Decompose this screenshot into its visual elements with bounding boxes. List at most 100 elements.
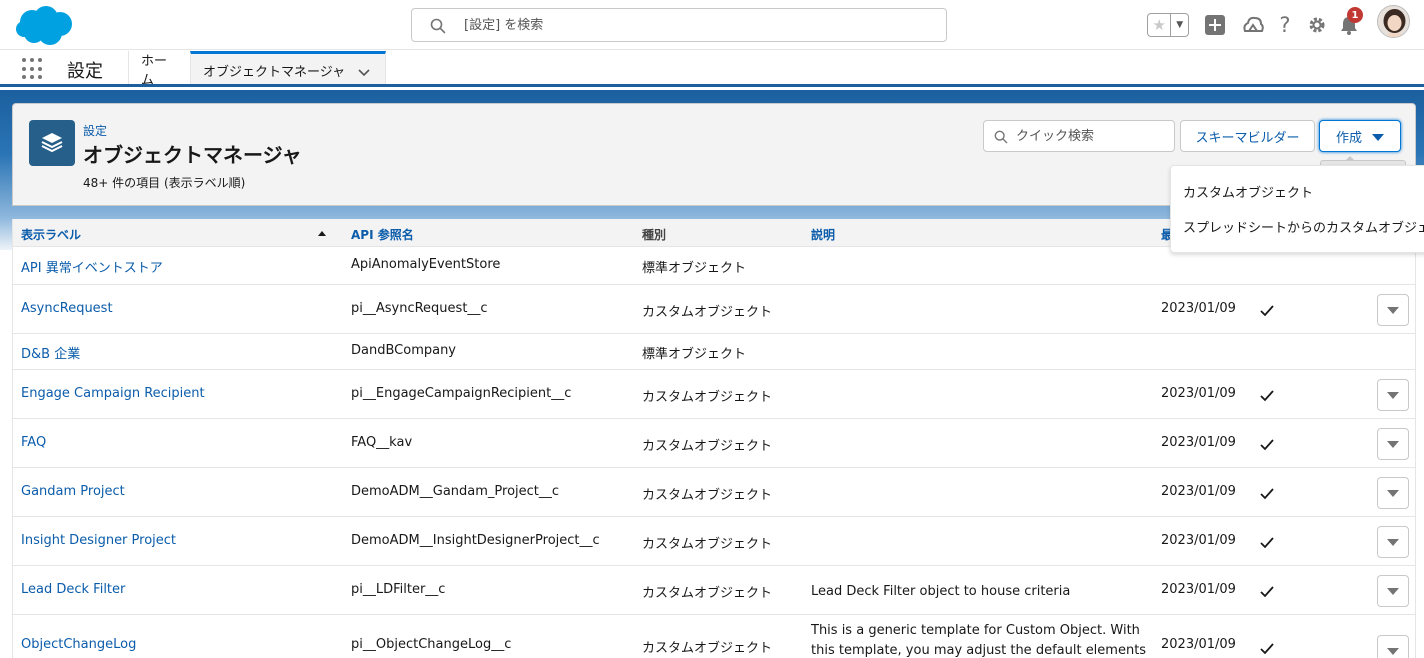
row-actions-button[interactable] [1377,294,1409,326]
app-launcher-icon[interactable] [22,58,44,80]
last-modified-date: 2023/01/09 [1161,637,1236,652]
api-name: pi__ObjectChangeLog__c [351,637,512,652]
last-modified-date: 2023/01/09 [1161,386,1236,401]
sort-ascending-icon[interactable] [318,231,326,236]
caret-down-icon [1387,538,1399,546]
checkmark-icon [1260,537,1274,549]
object-label-link[interactable]: Lead Deck Filter [21,582,125,597]
search-icon [430,18,446,34]
table-row: AsyncRequest pi__AsyncRequest__c カスタムオブジェク… [13,285,1415,334]
caret-down-icon [1387,306,1399,314]
row-actions-button[interactable] [1377,526,1409,558]
app-navigation-bar: 設定 ホーム オブジェクトマネージャ [0,51,1424,88]
page-title: オブジェクトマネージャ [83,143,302,167]
object-type: カスタムオブジェクト [642,537,773,552]
menu-item-custom-object-from-spreadsheet[interactable]: スプレッドシートからのカスタムオブジェクト [1183,217,1424,236]
object-type: カスタムオブジェクト [642,390,773,405]
caret-down-icon [1372,134,1384,141]
table-row: Lead Deck Filter pi__LDFilter__c カスタムオブジェク… [13,566,1415,615]
table-row: D&B 企業 DandBCompany 標準オブジェクト [13,334,1415,370]
tab-object-manager[interactable]: オブジェクトマネージャ [190,51,386,87]
column-header-type[interactable]: 種別 [642,226,666,243]
row-actions-button[interactable] [1377,477,1409,509]
quick-find-input[interactable] [1016,127,1166,145]
checkmark-icon [1260,390,1274,402]
api-name: FAQ__kav [351,435,413,450]
last-modified-date: 2023/01/09 [1161,582,1236,597]
caret-down-icon [1387,440,1399,448]
tab-home[interactable]: ホーム [128,51,190,88]
object-label-link[interactable]: Engage Campaign Recipient [21,386,205,401]
user-avatar[interactable] [1377,5,1410,38]
create-button-label: 作成 [1336,130,1363,146]
layers-icon [41,133,63,153]
last-modified-date: 2023/01/09 [1161,533,1236,548]
favorites-group[interactable]: ★ ▼ [1147,13,1189,37]
gear-icon [1309,17,1325,33]
object-type: カスタムオブジェクト [642,641,773,656]
create-menu: カスタムオブジェクト スプレッドシートからのカスタムオブジェクト [1170,165,1424,253]
column-header-api-name[interactable]: API 参照名 [351,226,414,243]
menu-item-custom-object[interactable]: カスタムオブジェクト [1183,182,1313,201]
row-actions-button[interactable] [1377,635,1409,658]
last-modified-date: 2023/01/09 [1161,301,1236,316]
object-label-link[interactable]: API 異常イベントストア [21,257,163,276]
object-label-link[interactable]: FAQ [21,435,46,450]
global-search[interactable] [411,8,947,42]
object-manager-icon [29,120,75,166]
object-label-link[interactable]: D&B 企業 [21,343,80,362]
caret-down-icon [1387,489,1399,497]
help-icon[interactable]: ? [1274,13,1296,37]
api-name: DemoADM__InsightDesignerProject__c [351,533,600,548]
object-type: カスタムオブジェクト [642,439,773,454]
tab-object-manager-label: オブジェクトマネージャ [203,65,346,80]
table-row: Gandam Project DemoADM__Gandam_Project__c… [13,468,1415,517]
object-type: カスタムオブジェクト [642,586,773,601]
checkmark-icon [1260,305,1274,317]
object-label-link[interactable]: ObjectChangeLog [21,637,136,652]
schema-builder-button[interactable]: スキーマビルダー [1180,120,1315,152]
column-header-label[interactable]: 表示ラベル [21,226,81,243]
row-actions-button[interactable] [1377,428,1409,460]
avatar-image [1378,6,1409,37]
column-header-description[interactable]: 説明 [811,226,835,243]
row-actions-button[interactable] [1377,379,1409,411]
checkmark-icon [1260,586,1274,598]
salesforce-logo[interactable] [14,5,74,47]
object-label-link[interactable]: Gandam Project [21,484,125,499]
objects-table: 表示ラベル API 参照名 種別 説明 最 API 異常イベントストア ApiAn… [12,219,1416,658]
quick-find[interactable] [983,120,1175,152]
caret-down-icon [1387,391,1399,399]
object-label-link[interactable]: AsyncRequest [21,301,113,316]
chevron-down-icon[interactable] [357,65,371,79]
table-row: FAQ FAQ__kav カスタムオブジェクト 2023/01/09 [13,419,1415,468]
last-modified-date: 2023/01/09 [1161,435,1236,450]
object-label-link[interactable]: Insight Designer Project [21,533,176,548]
table-row: ObjectChangeLog pi__ObjectChangeLog__c カスタ… [13,615,1415,658]
trailhead-icon[interactable] [1242,14,1264,36]
caret-down-icon [1387,647,1399,655]
api-name: DemoADM__Gandam_Project__c [351,484,560,499]
object-type: 標準オブジェクト [642,261,747,276]
create-button[interactable]: 作成 [1319,120,1401,152]
setup-gear-icon[interactable] [1306,14,1328,36]
app-name: 設定 [67,61,103,82]
global-actions-add-icon[interactable] [1204,14,1226,36]
favorite-star-icon[interactable]: ★ [1148,14,1172,36]
description: Lead Deck Filter object to house criteri… [811,584,1071,599]
api-name: ApiAnomalyEventStore [351,257,501,272]
trailhead-cloud-icon [1243,16,1264,32]
description: This is a generic template for Custom Ob… [811,623,1147,658]
api-name: pi__AsyncRequest__c [351,301,488,316]
checkmark-icon [1260,488,1274,500]
table-row: Engage Campaign Recipient pi__EngageCampa… [13,370,1415,419]
global-header: ★ ▼ ? 1 [0,0,1424,50]
breadcrumb[interactable]: 設定 [83,122,107,139]
row-actions-button[interactable] [1377,575,1409,607]
search-input[interactable] [464,15,924,35]
notification-badge: 1 [1347,7,1363,23]
last-modified-date: 2023/01/09 [1161,484,1236,499]
favorites-dropdown-icon[interactable]: ▼ [1171,14,1188,36]
search-icon [994,130,1008,144]
caret-down-icon [1387,587,1399,595]
